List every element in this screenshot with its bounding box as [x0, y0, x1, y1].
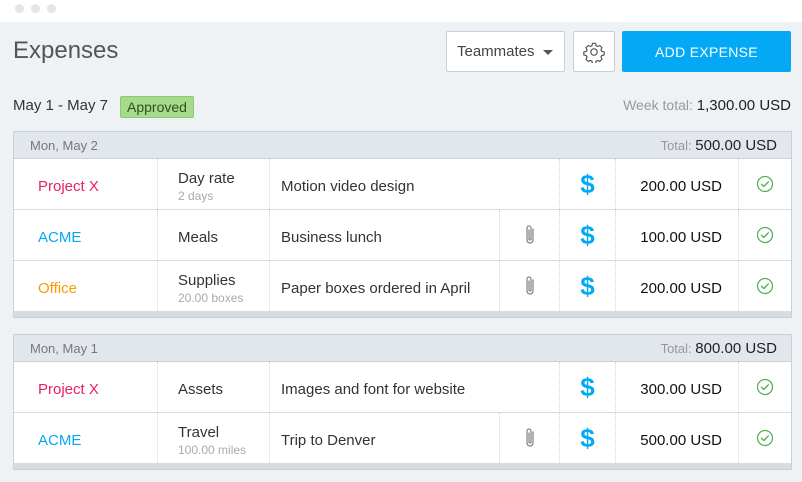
expense-amount: 200.00 USD — [615, 261, 738, 311]
paperclip-icon[interactable] — [523, 426, 537, 450]
expense-list: Project X Assets Images and font for web… — [14, 362, 791, 469]
category-cell[interactable]: Travel 100.00 miles — [157, 413, 269, 463]
expense-amount: 300.00 USD — [615, 362, 738, 412]
window-dot-icon — [31, 4, 40, 13]
project-name[interactable]: ACME — [14, 210, 157, 260]
expense-row[interactable]: Project X Assets Images and font for web… — [14, 362, 791, 413]
billable-icon[interactable]: $ — [559, 261, 615, 311]
category-cell[interactable]: Supplies 20.00 boxes — [157, 261, 269, 311]
day-date: Mon, May 1 — [30, 341, 98, 356]
paperclip-icon[interactable] — [523, 223, 537, 247]
date-range: May 1 - May 7 — [13, 97, 109, 114]
attachment-cell[interactable] — [499, 413, 559, 463]
day-header: Mon, May 1 Total: 800.00 USD — [14, 335, 791, 362]
expense-description[interactable]: Paper boxes ordered in April — [269, 261, 499, 311]
category-quantity: 100.00 miles — [178, 443, 247, 457]
billable-icon[interactable]: $ — [559, 159, 615, 209]
project-name[interactable]: Project X — [14, 362, 157, 412]
category-quantity: 2 days — [178, 189, 214, 203]
week-total-label: Week total: — [623, 97, 693, 113]
page-title: Expenses — [13, 37, 119, 64]
expense-amount: 200.00 USD — [615, 159, 738, 209]
day-total-label: Total: — [660, 341, 692, 356]
window-title-bar — [0, 0, 802, 22]
attachment-cell[interactable] — [499, 261, 559, 311]
category-name: Meals — [178, 229, 219, 246]
window-dot-icon — [47, 4, 56, 13]
category-cell[interactable]: Meals — [157, 210, 269, 260]
check-circle-icon — [756, 175, 774, 193]
status-badge: Approved — [120, 96, 194, 118]
gear-icon — [583, 42, 605, 63]
expense-description[interactable]: Motion video design — [269, 159, 499, 209]
week-total: Week total: 1,300.00 USD — [623, 97, 791, 114]
billable-icon[interactable]: $ — [559, 210, 615, 260]
category-quantity: 20.00 boxes — [178, 291, 244, 305]
status-cell — [738, 413, 791, 463]
status-cell — [738, 362, 791, 412]
expense-list: Project X Day rate 2 days Motion video d… — [14, 159, 791, 317]
expense-description[interactable]: Business lunch — [269, 210, 499, 260]
week-total-value: 1,300.00 USD — [696, 97, 791, 114]
day-group: Mon, May 2 Total: 500.00 USD Project X D… — [13, 131, 792, 318]
category-name: Travel — [178, 424, 220, 441]
day-total-label: Total: — [660, 138, 692, 153]
category-cell[interactable]: Assets — [157, 362, 269, 412]
expense-description[interactable]: Trip to Denver — [269, 413, 499, 463]
teammates-dropdown-label: Teammates — [457, 43, 535, 60]
attachment-cell — [499, 362, 559, 412]
day-total-value: 800.00 USD — [695, 340, 777, 357]
day-header: Mon, May 2 Total: 500.00 USD — [14, 132, 791, 159]
day-total-value: 500.00 USD — [695, 137, 777, 154]
expense-description[interactable]: Images and font for website — [269, 362, 499, 412]
window-dot-icon — [15, 4, 24, 13]
category-cell[interactable]: Day rate 2 days — [157, 159, 269, 209]
caret-down-icon — [543, 50, 553, 55]
billable-icon[interactable]: $ — [559, 362, 615, 412]
expense-amount: 100.00 USD — [615, 210, 738, 260]
status-cell — [738, 261, 791, 311]
expense-row[interactable]: ACME Meals Business lunch $ 100.00 USD — [14, 210, 791, 261]
attachment-cell[interactable] — [499, 210, 559, 260]
billable-icon[interactable]: $ — [559, 413, 615, 463]
check-circle-icon — [756, 429, 774, 447]
day-group: Mon, May 1 Total: 800.00 USD Project X A… — [13, 334, 792, 470]
day-total: Total: 500.00 USD — [661, 137, 777, 154]
category-name: Supplies — [178, 272, 236, 289]
category-name: Assets — [178, 381, 224, 398]
teammates-dropdown[interactable]: Teammates — [446, 31, 565, 72]
settings-button[interactable] — [573, 31, 615, 72]
attachment-cell — [499, 159, 559, 209]
status-cell — [738, 159, 791, 209]
check-circle-icon — [756, 277, 774, 295]
project-name[interactable]: Project X — [14, 159, 157, 209]
category-name: Day rate — [178, 170, 235, 187]
expense-amount: 500.00 USD — [615, 413, 738, 463]
paperclip-icon[interactable] — [523, 274, 537, 298]
check-circle-icon — [756, 226, 774, 244]
expense-row[interactable]: ACME Travel 100.00 miles Trip to Denver … — [14, 413, 791, 469]
add-expense-button[interactable]: ADD EXPENSE — [622, 31, 791, 72]
page-header: Expenses Teammates ADD EXPENSE — [0, 22, 802, 80]
expense-row[interactable]: Office Supplies 20.00 boxes Paper boxes … — [14, 261, 791, 317]
project-name[interactable]: Office — [14, 261, 157, 311]
status-cell — [738, 210, 791, 260]
day-total: Total: 800.00 USD — [661, 340, 777, 357]
day-date: Mon, May 2 — [30, 138, 98, 153]
expense-row[interactable]: Project X Day rate 2 days Motion video d… — [14, 159, 791, 210]
project-name[interactable]: ACME — [14, 413, 157, 463]
check-circle-icon — [756, 378, 774, 396]
